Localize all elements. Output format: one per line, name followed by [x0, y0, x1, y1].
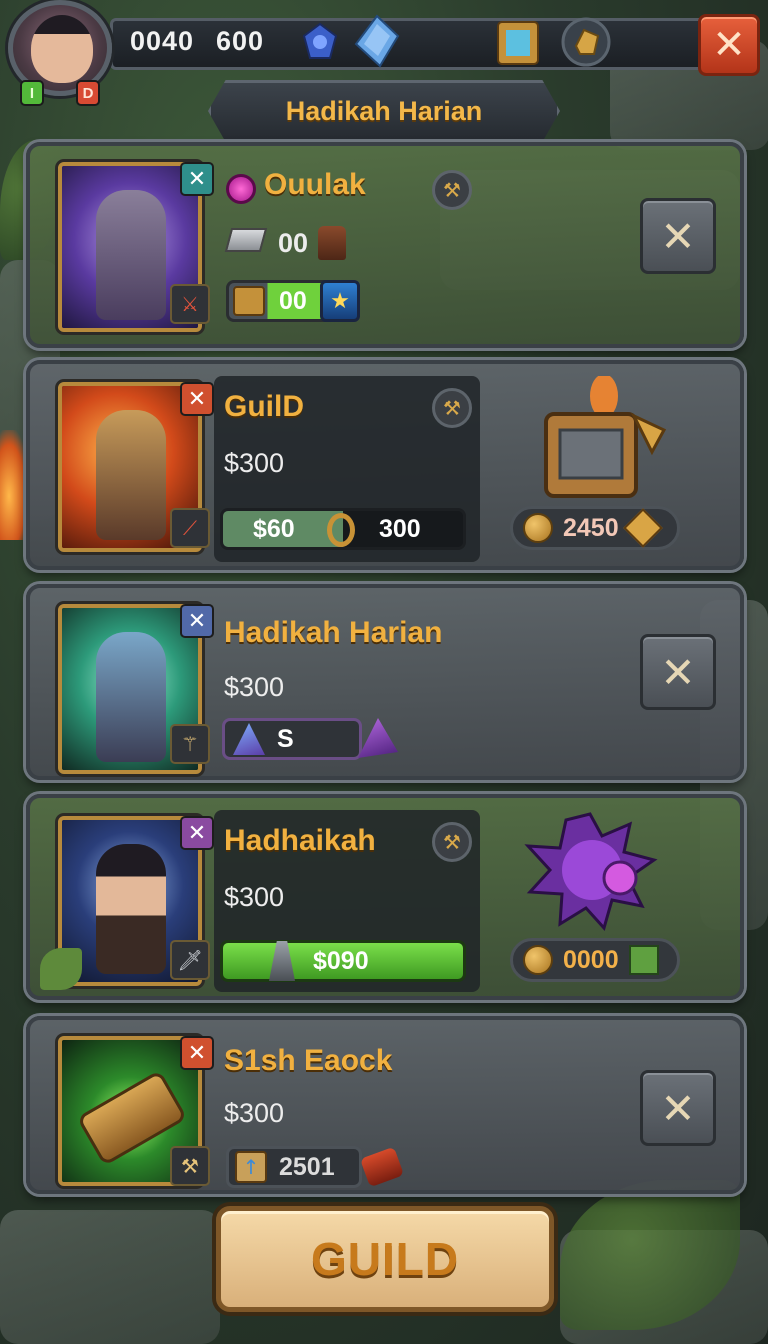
- close-icon: ✕: [712, 22, 746, 68]
- slot-pill-5: ↑ 2501: [226, 1146, 362, 1188]
- level-badge-left: I: [20, 80, 44, 106]
- close-icon: ✕: [660, 1083, 696, 1133]
- badge-x-4: ✕: [180, 816, 214, 850]
- rune-icon: ↑: [235, 1151, 267, 1183]
- dismiss-button-1[interactable]: ✕: [640, 198, 716, 274]
- purple-crystal-icon: [358, 718, 398, 758]
- purple-orb-icon: [226, 174, 256, 204]
- page-title: Hadikah Harian: [285, 95, 483, 126]
- bar-left-value-2: $60: [253, 514, 295, 543]
- card-price-5: $300: [224, 1098, 285, 1128]
- reward-cost-4: 0000: [563, 945, 619, 974]
- slot-pill-3: S: [222, 718, 362, 760]
- leaf-arrow-icon: [40, 948, 82, 990]
- badge-x-3: ✕: [180, 604, 214, 638]
- sword-icon: ⚔: [170, 284, 210, 324]
- dagger-icon: 🗡: [170, 940, 210, 980]
- bar-right-value-2: 300: [379, 514, 421, 543]
- offer-card-4[interactable]: ✕ 🗡 Hadhaikah ⚒ $300 $090 0000: [26, 794, 744, 1000]
- progress-bar-4: $090: [220, 940, 466, 982]
- bar-label-4: $090: [313, 946, 369, 975]
- blade-icon: ⟋: [170, 508, 210, 548]
- slot-label-3: S: [277, 724, 294, 753]
- level-badge-right: D: [76, 80, 100, 106]
- reward-price-2[interactable]: 2450: [510, 506, 680, 550]
- gold-ring-icon: [327, 513, 355, 547]
- card-price-2: $300: [224, 448, 285, 478]
- guild-button[interactable]: GUILD: [216, 1206, 554, 1312]
- progress-label-1: 00: [279, 286, 307, 315]
- avatar: [31, 15, 93, 83]
- star-icon: ★: [320, 280, 360, 322]
- reward-cost-2: 2450: [563, 513, 619, 542]
- chest-icon: [233, 286, 265, 316]
- pickaxe-icon[interactable]: ⚒: [432, 388, 472, 428]
- dismiss-button-5[interactable]: ✕: [640, 1070, 716, 1146]
- barrel-icon: [318, 226, 346, 260]
- card-title-2: GuilD: [224, 390, 304, 423]
- coin-icon: [523, 945, 553, 975]
- title-plate: Hadikah Harian: [208, 80, 560, 142]
- blue-cube-icon: [497, 21, 539, 65]
- pickaxe-icon[interactable]: ⚒: [432, 822, 472, 862]
- badge-x-1: ✕: [180, 162, 214, 196]
- coin-icon: [523, 513, 553, 543]
- offer-card-5[interactable]: ✕ ⚒ S1sh Eaock $300 ↑ 2501 ✕: [26, 1016, 744, 1194]
- progress-bar-2: $60 300: [220, 508, 466, 550]
- silver-ingot-icon: [224, 228, 268, 252]
- stat-value-1: 00: [278, 228, 309, 258]
- sapphire-gem-icon: [302, 22, 338, 59]
- spiked-orb-icon: [524, 812, 658, 932]
- crystal-icon: [354, 14, 400, 68]
- guild-button-label: GUILD: [310, 1233, 460, 1285]
- card-price-4: $300: [224, 882, 285, 912]
- card-title-5: S1sh Eaock: [224, 1044, 393, 1077]
- gold-ore-icon: [561, 17, 611, 67]
- close-icon: ✕: [660, 211, 696, 261]
- offer-card-1[interactable]: ✕ ⚔ Ouulak ⚒ 00 00 ★ ✕: [26, 142, 744, 348]
- treasure-chest-icon: [544, 376, 667, 498]
- close-button[interactable]: ✕: [698, 14, 760, 76]
- card-title-3: Hadikah Harian: [224, 616, 443, 649]
- dismiss-button-3[interactable]: ✕: [640, 634, 716, 710]
- reward-price-4[interactable]: 0000: [510, 938, 680, 982]
- hammer-icon: [269, 941, 295, 981]
- resource-bar: [110, 18, 710, 70]
- gold-gem-icon: [622, 508, 663, 548]
- red-pouch-icon: [359, 1146, 405, 1188]
- staff-icon: ⚚: [170, 724, 210, 764]
- offer-card-2[interactable]: ✕ ⟋ GuilD ⚒ $300 $60 300 2450: [26, 360, 744, 570]
- card-title-4: Hadhaikah: [224, 824, 376, 857]
- badge-x-2: ✕: [180, 382, 214, 416]
- crystal-shard-icon: [233, 723, 265, 755]
- slot-label-5: 2501: [279, 1152, 335, 1181]
- card-title-1: Ouulak: [264, 168, 366, 201]
- resource-a-value: 0040: [130, 26, 195, 56]
- green-cube-icon: [628, 945, 659, 975]
- pickaxe-icon[interactable]: ⚒: [432, 170, 472, 210]
- close-icon: ✕: [660, 647, 696, 697]
- resource-b-value: 600: [216, 26, 265, 56]
- card-price-3: $300: [224, 672, 285, 702]
- hammer-tool-icon: ⚒: [170, 1146, 210, 1186]
- offer-card-3[interactable]: ✕ ⚚ Hadikah Harian $300 S ✕: [26, 584, 744, 780]
- badge-x-5: ✕: [180, 1036, 214, 1070]
